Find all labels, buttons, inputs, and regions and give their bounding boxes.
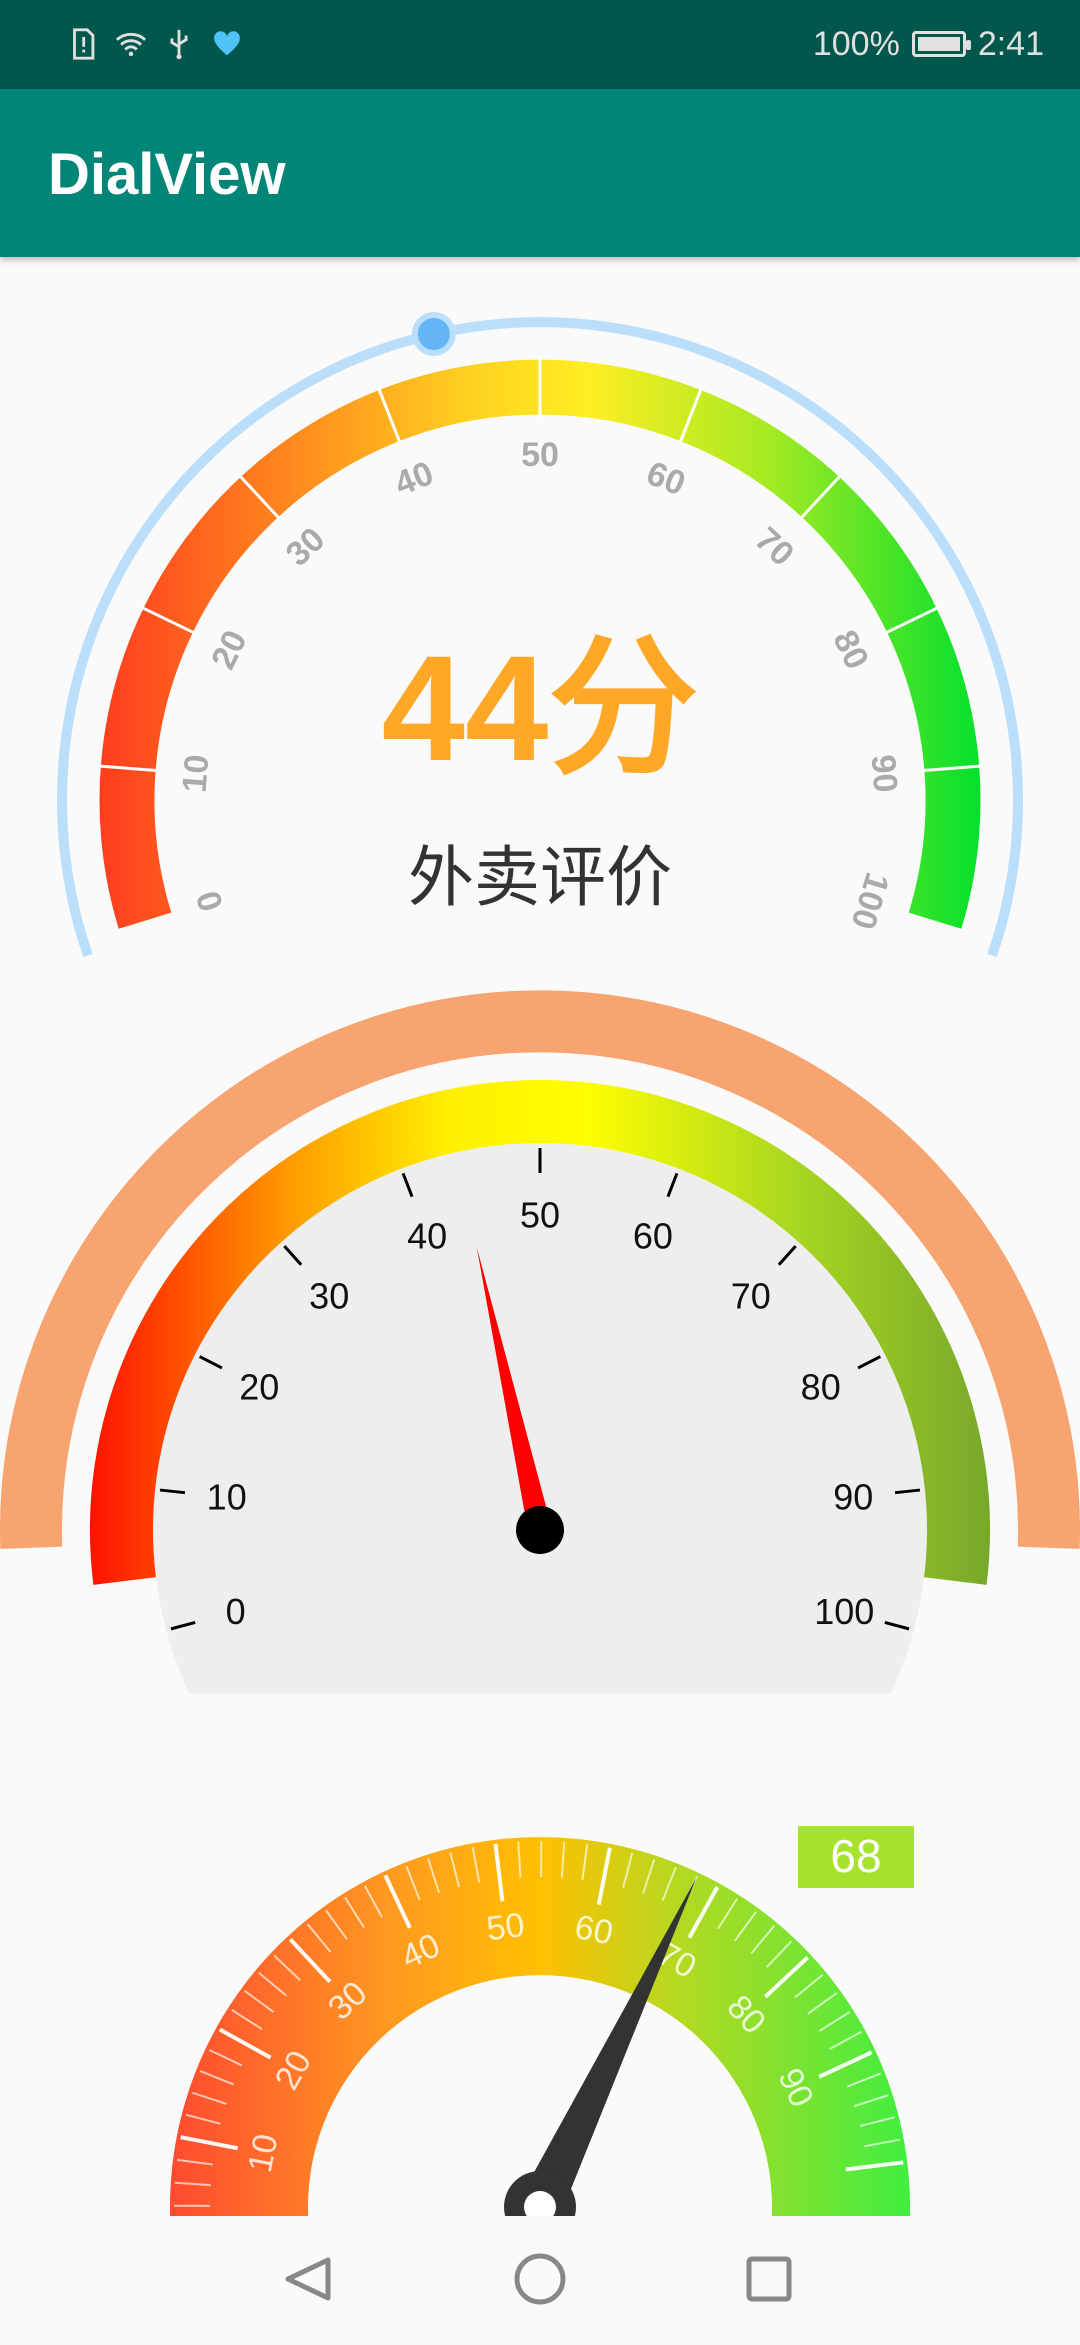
speedometer-tick-label: 0 (226, 1591, 246, 1632)
speedometer-tick-label: 100 (814, 1591, 874, 1632)
rating-dial-tick-label: 50 (521, 436, 559, 474)
speedometer-tick-label: 40 (407, 1215, 447, 1256)
score-value: 44分 (382, 624, 699, 792)
rating-dial-tick-label: 0 (189, 886, 231, 915)
rating-dial-tick-label: 10 (176, 753, 217, 794)
rating-dial-tick-label: 60 (641, 454, 690, 503)
navigation-bar (0, 2216, 1080, 2340)
rating-dial-tick-label: 90 (864, 753, 905, 794)
home-icon (517, 2256, 563, 2302)
speedometer-tick-label: 30 (309, 1275, 349, 1316)
gauge-dial: 0102030405060708090 68 (170, 1826, 914, 2216)
recents-button[interactable] (749, 2259, 789, 2299)
rating-dial[interactable]: 0 10 20 30 40 50 60 70 80 90 100 44分 外卖评价 (62, 315, 1018, 956)
recents-icon (749, 2259, 789, 2299)
gauge-tick-label: 60 (572, 1908, 616, 1953)
speedometer-tick-label: 80 (801, 1367, 841, 1408)
rating-dial-tick-label: 100 (843, 868, 896, 933)
speedometer-tick-label: 50 (520, 1195, 560, 1236)
gauge-tick-label: 10 (241, 2131, 286, 2175)
speedometer-tick-label: 10 (207, 1477, 247, 1518)
rating-dial-tick-label: 70 (748, 520, 802, 574)
speedometer-tick-label: 90 (833, 1477, 873, 1518)
speedometer-tick-label: 70 (731, 1275, 771, 1316)
rating-dial-tick-label: 40 (390, 454, 439, 503)
back-button[interactable] (288, 2260, 328, 2298)
rating-dial-thumb[interactable] (415, 315, 453, 353)
gauge-value-text: 68 (830, 1830, 881, 1882)
rating-dial-tick-label: 30 (279, 520, 333, 574)
speedometer-dial: 0 10 20 30 40 50 60 70 80 90 100 (31, 1021, 1049, 1693)
speedometer-hub (516, 1506, 564, 1554)
rating-dial-tick-label: 20 (204, 625, 255, 676)
home-button[interactable] (517, 2256, 563, 2302)
speedometer-tick-label: 60 (633, 1215, 673, 1256)
score-label: 外卖评价 (408, 840, 672, 914)
back-icon (288, 2260, 328, 2298)
rating-dial-tick-label: 80 (825, 625, 876, 676)
gauge-tick-label: 50 (485, 1906, 527, 1948)
dials-canvas: 0 10 20 30 40 50 60 70 80 90 100 44分 外卖评价 0 10 20 30 4… (0, 0, 1080, 2216)
speedometer-tick-label: 20 (239, 1367, 279, 1408)
